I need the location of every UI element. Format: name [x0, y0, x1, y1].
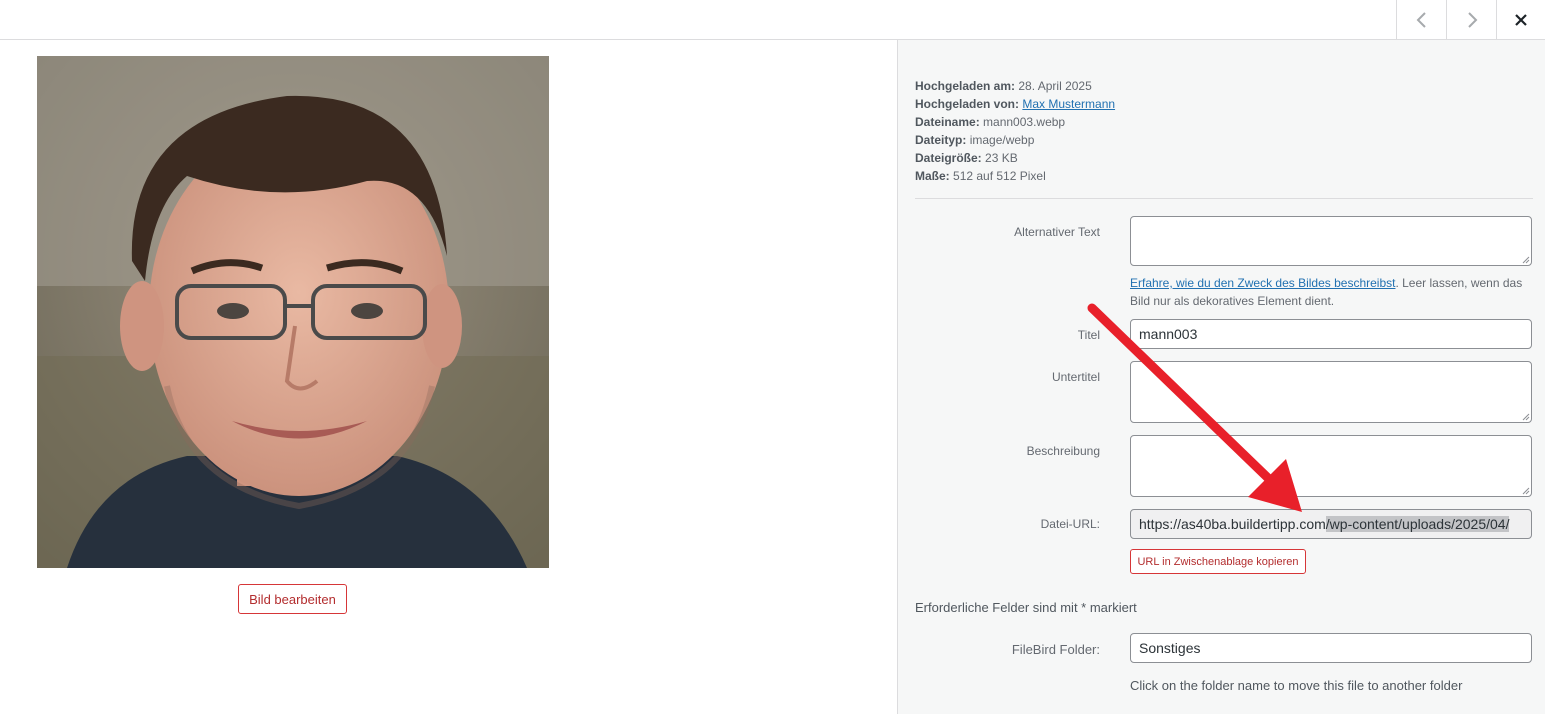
modal-header [0, 0, 1545, 40]
close-button[interactable] [1496, 0, 1545, 39]
caption-field[interactable] [1130, 361, 1532, 423]
alt-text-help: Erfahre, wie du den Zweck des Bildes bes… [1130, 276, 1523, 308]
divider [915, 198, 1533, 199]
file-url-label: Datei-URL: [1040, 517, 1100, 531]
title-label: Titel [1077, 328, 1100, 342]
dimensions-row: Maße: 512 auf 512 Pixel [915, 169, 1046, 183]
caption-label: Untertitel [1051, 370, 1100, 384]
url-selection: /wp-content/uploads/2025/04/ [1325, 516, 1510, 532]
filebird-folder-field[interactable]: Sonstiges [1130, 633, 1532, 663]
file-metadata: Hochgeladen am: 28. April 2025 Hochgelad… [915, 77, 1115, 185]
filesize-row: Dateigröße: 23 KB [915, 151, 1018, 165]
close-icon [1515, 13, 1527, 26]
uploaded-by-row: Hochgeladen von: Max Mustermann [915, 97, 1116, 111]
alt-help-link[interactable]: Erfahre, wie du den Zweck des Bildes bes… [1130, 276, 1395, 290]
filebird-hint: Click on the folder name to move this fi… [1130, 678, 1463, 693]
uploader-link[interactable]: Max Mustermann [1022, 97, 1115, 111]
file-url-field[interactable]: https://as40ba.buildertipp.com/wp-conten… [1130, 509, 1532, 539]
resize-handle-icon[interactable] [1522, 487, 1530, 495]
filename-row: Dateiname: mann003.webp [915, 115, 1066, 129]
filetype-row: Dateityp: image/webp [915, 133, 1035, 147]
chevron-right-icon [1467, 11, 1477, 28]
resize-handle-icon[interactable] [1522, 256, 1530, 264]
required-note: Erforderliche Felder sind mit * markiert [915, 600, 1137, 615]
previous-button[interactable] [1396, 0, 1446, 39]
alt-text-label: Alternativer Text [1014, 225, 1100, 239]
next-button[interactable] [1446, 0, 1496, 39]
description-field[interactable] [1130, 435, 1532, 497]
attachment-details-pane: Hochgeladen am: 28. April 2025 Hochgelad… [897, 40, 1545, 714]
description-label: Beschreibung [1026, 444, 1100, 458]
image-preview-pane: Bild bearbeiten [0, 40, 898, 714]
title-field[interactable]: mann003 [1130, 319, 1532, 349]
resize-handle-icon[interactable] [1522, 413, 1530, 421]
attachment-image [37, 56, 549, 568]
alt-text-field[interactable] [1130, 216, 1532, 266]
chevron-left-icon [1416, 11, 1426, 28]
copy-url-button[interactable]: URL in Zwischenablage kopieren [1130, 549, 1306, 574]
uploaded-on-row: Hochgeladen am: 28. April 2025 [915, 79, 1092, 93]
filebird-label: FileBird Folder: [1011, 642, 1100, 657]
edit-image-button[interactable]: Bild bearbeiten [238, 584, 347, 614]
